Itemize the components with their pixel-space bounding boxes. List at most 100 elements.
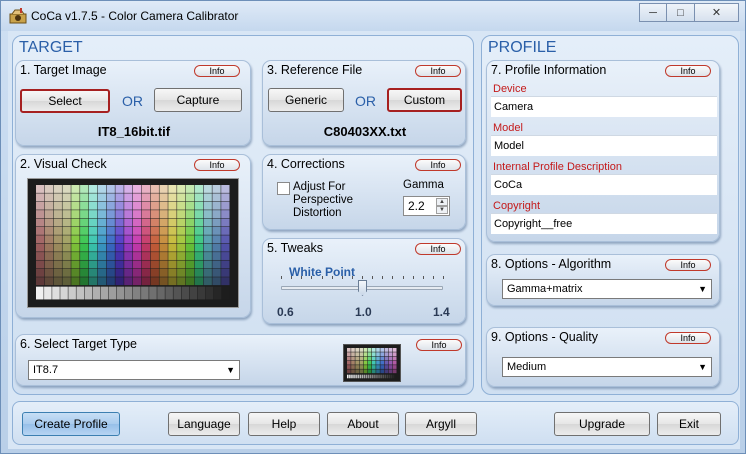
custom-button[interactable]: Custom xyxy=(387,88,462,112)
gamma-value: 2.2 xyxy=(408,199,425,213)
slider-tick xyxy=(321,276,323,279)
slider-tick xyxy=(331,276,333,279)
target-type-panel: 6. Select Target Type Info IT8.7 ▼ xyxy=(15,334,466,386)
help-button[interactable]: Help xyxy=(248,412,320,436)
slider-tick xyxy=(311,276,313,279)
gamma-spinbox[interactable]: 2.2 ▲ ▼ xyxy=(403,196,450,216)
title-bar[interactable]: CoCa v1.7.5 - Color Camera Calibrator ─ … xyxy=(1,1,745,31)
profile-info-info-button[interactable]: Info xyxy=(665,65,711,77)
target-type-thumbnail xyxy=(343,344,401,382)
quality-info-button[interactable]: Info xyxy=(665,332,711,344)
exit-label: Exit xyxy=(678,417,699,431)
argyll-button[interactable]: Argyll xyxy=(405,412,477,436)
close-icon: ✕ xyxy=(711,7,722,19)
app-logo-icon xyxy=(9,8,27,24)
target-type-info-button[interactable]: Info xyxy=(416,339,462,351)
slider-tick xyxy=(432,276,434,279)
slider-tick xyxy=(422,276,424,279)
caption-buttons: ─ □ ✕ xyxy=(639,3,739,23)
minimize-icon: ─ xyxy=(649,6,657,19)
algorithm-panel: 8. Options - Algorithm Info Gamma+matrix… xyxy=(486,254,720,306)
slider-tick xyxy=(362,276,363,279)
close-button[interactable]: ✕ xyxy=(695,3,739,22)
visual-check-panel: 2. Visual Check Info xyxy=(15,154,251,318)
target-image-title: 1. Target Image xyxy=(20,63,107,77)
gamma-up-icon[interactable]: ▲ xyxy=(436,198,448,206)
chevron-down-icon: ▼ xyxy=(226,365,235,375)
select-image-button[interactable]: Select xyxy=(20,89,110,113)
upgrade-button[interactable]: Upgrade xyxy=(554,412,650,436)
upgrade-label: Upgrade xyxy=(578,417,626,431)
quality-panel: 9. Options - Quality Info Medium ▼ xyxy=(486,327,720,387)
language-label: Language xyxy=(177,417,231,431)
slider-tick xyxy=(412,276,414,279)
custom-label: Custom xyxy=(403,93,446,107)
create-profile-button[interactable]: Create Profile xyxy=(22,412,120,436)
white-point-thumb[interactable] xyxy=(358,280,367,296)
reference-file-info-button[interactable]: Info xyxy=(415,65,461,77)
tweaks-info-button[interactable]: Info xyxy=(415,243,461,255)
maximize-button[interactable]: □ xyxy=(667,3,695,22)
target-group: TARGET 1. Target Image Info Select OR Ca… xyxy=(12,35,474,395)
reference-file-panel: 3. Reference File Info Generic OR Custom… xyxy=(262,60,466,146)
generic-button[interactable]: Generic xyxy=(268,88,344,112)
algorithm-info-button[interactable]: Info xyxy=(665,259,711,271)
maximize-icon: □ xyxy=(677,6,684,19)
slider-tick xyxy=(281,276,282,279)
description-field[interactable]: CoCa xyxy=(491,174,717,195)
profile-info-panel: 7. Profile Information Info Device Camer… xyxy=(486,60,720,242)
language-button[interactable]: Language xyxy=(168,412,240,436)
generic-label: Generic xyxy=(284,93,328,107)
chevron-down-icon: ▼ xyxy=(698,362,707,372)
target-image-panel: 1. Target Image Info Select OR Capture I… xyxy=(15,60,251,146)
model-field[interactable]: Model xyxy=(491,135,717,156)
description-label: Internal Profile Description xyxy=(493,161,623,173)
perspective-label: Adjust For Perspective Distortion xyxy=(293,181,354,219)
slider-tick xyxy=(372,276,374,279)
about-label: About xyxy=(347,417,379,431)
algorithm-select[interactable]: Gamma+matrix ▼ xyxy=(502,279,712,299)
slider-tick xyxy=(443,276,444,279)
client-area: TARGET 1. Target Image Info Select OR Ca… xyxy=(8,31,740,449)
chevron-down-icon: ▼ xyxy=(698,284,707,294)
slider-tick xyxy=(341,276,343,279)
gamma-down-icon[interactable]: ▼ xyxy=(436,206,448,214)
target-preview-image xyxy=(27,178,239,308)
white-point-min-label: 0.6 xyxy=(277,305,294,319)
exit-button[interactable]: Exit xyxy=(657,412,721,436)
corrections-title: 4. Corrections xyxy=(267,157,345,171)
visual-check-info-button[interactable]: Info xyxy=(194,159,240,171)
gamma-label: Gamma xyxy=(403,179,444,191)
target-image-or: OR xyxy=(122,93,143,109)
target-type-value: IT8.7 xyxy=(33,364,59,376)
perspective-checkbox[interactable] xyxy=(277,182,290,195)
white-point-slider[interactable] xyxy=(281,276,444,305)
slider-tick xyxy=(392,276,394,279)
corrections-info-button[interactable]: Info xyxy=(415,159,461,171)
target-image-info-button[interactable]: Info xyxy=(194,65,240,77)
target-image-filename: IT8_16bit.tif xyxy=(97,124,171,139)
algorithm-title: 8. Options - Algorithm xyxy=(491,257,612,271)
target-type-select[interactable]: IT8.7 ▼ xyxy=(28,360,240,380)
about-button[interactable]: About xyxy=(327,412,399,436)
slider-tick xyxy=(351,276,353,279)
argyll-label: Argyll xyxy=(425,417,456,431)
minimize-button[interactable]: ─ xyxy=(639,3,667,22)
profile-group: PROFILE 7. Profile Information Info Devi… xyxy=(481,35,739,395)
copyright-field[interactable]: Copyright__free xyxy=(491,213,717,234)
device-field[interactable]: Camera xyxy=(491,96,717,117)
create-profile-label: Create Profile xyxy=(34,417,108,431)
algorithm-value: Gamma+matrix xyxy=(507,283,583,295)
quality-title: 9. Options - Quality xyxy=(491,330,598,344)
quality-select[interactable]: Medium ▼ xyxy=(502,357,712,377)
capture-button[interactable]: Capture xyxy=(154,88,242,112)
reference-file-title: 3. Reference File xyxy=(267,63,363,77)
slider-tick xyxy=(402,276,404,279)
slider-tick xyxy=(382,276,384,279)
window-title: CoCa v1.7.5 - Color Camera Calibrator xyxy=(31,9,239,23)
capture-label: Capture xyxy=(176,93,220,107)
slider-tick xyxy=(301,276,303,279)
white-point-max-label: 1.4 xyxy=(433,305,450,319)
quality-value: Medium xyxy=(507,361,547,373)
help-label: Help xyxy=(271,417,297,431)
